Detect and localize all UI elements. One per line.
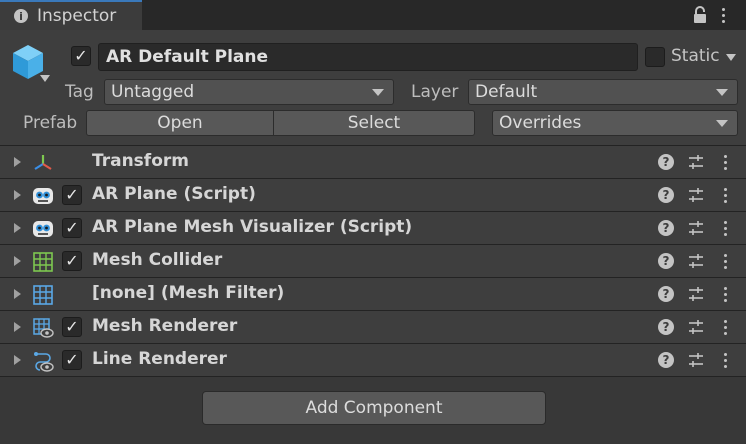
more-options-icon[interactable] (722, 155, 728, 170)
overrides-label: Overrides (499, 113, 582, 133)
prefab-open-button[interactable]: Open (86, 110, 274, 136)
more-options-icon[interactable] (722, 188, 728, 203)
component-name: Mesh Collider (92, 250, 223, 270)
icon-picker-caret-icon[interactable] (40, 75, 50, 82)
mesh-renderer-icon (33, 318, 54, 338)
component-enabled-checkbox[interactable]: ✓ (62, 218, 82, 238)
prefab-select-button[interactable]: Select (273, 110, 475, 136)
component-mesh-renderer[interactable]: ✓ Mesh Renderer ? (0, 311, 746, 344)
layer-label: Layer (411, 82, 459, 102)
component-enabled-checkbox[interactable]: ✓ (62, 317, 82, 337)
more-options-icon[interactable] (722, 287, 728, 302)
component-name: AR Plane Mesh Visualizer (Script) (92, 217, 413, 237)
tab-bar: i Inspector (0, 0, 746, 30)
foldout-arrow-icon[interactable] (14, 190, 21, 200)
tab-label: Inspector (37, 6, 117, 26)
presets-icon[interactable] (688, 154, 704, 170)
foldout-arrow-icon[interactable] (14, 223, 21, 233)
help-icon[interactable]: ? (658, 220, 674, 236)
more-options-icon[interactable] (722, 221, 728, 236)
info-icon: i (14, 9, 28, 23)
component-enabled-checkbox[interactable]: ✓ (62, 350, 82, 370)
component-name: AR Plane (Script) (92, 184, 256, 204)
help-icon[interactable]: ? (658, 253, 674, 269)
static-dropdown-caret-icon[interactable] (726, 54, 736, 61)
layer-dropdown[interactable]: Default (468, 79, 738, 105)
foldout-arrow-icon[interactable] (14, 256, 21, 266)
component-enabled-checkbox[interactable]: ✓ (62, 251, 82, 271)
help-icon[interactable]: ? (658, 319, 674, 335)
active-checkbox[interactable]: ✓ (71, 46, 91, 66)
presets-icon[interactable] (688, 319, 704, 335)
presets-icon[interactable] (688, 187, 704, 203)
more-options-icon[interactable] (722, 254, 728, 269)
foldout-arrow-icon[interactable] (14, 322, 21, 332)
tag-value: Untagged (111, 82, 195, 102)
component-enabled-checkbox[interactable]: ✓ (62, 185, 82, 205)
line-renderer-icon (34, 352, 54, 372)
script-icon (33, 188, 53, 204)
presets-icon[interactable] (688, 220, 704, 236)
layer-value: Default (475, 82, 538, 102)
foldout-arrow-icon[interactable] (14, 289, 21, 299)
script-icon (33, 221, 53, 237)
more-options-icon[interactable] (722, 353, 728, 368)
mesh-filter-icon (33, 285, 53, 305)
object-header: ✓ AR Default Plane Static Tag Untagged L… (0, 30, 746, 146)
help-icon[interactable]: ? (658, 154, 674, 170)
prefab-label: Prefab (23, 113, 78, 133)
tag-label: Tag (65, 82, 94, 102)
add-component-button[interactable]: Add Component (202, 391, 546, 425)
component-transform[interactable]: Transform ? (0, 146, 746, 179)
tag-dropdown[interactable]: Untagged (104, 79, 394, 105)
help-icon[interactable]: ? (658, 187, 674, 203)
static-checkbox[interactable] (645, 47, 665, 67)
transform-axes-icon (34, 155, 52, 170)
component-name: [none] (Mesh Filter) (92, 283, 285, 303)
static-label[interactable]: Static (671, 46, 720, 66)
chevron-down-icon (716, 89, 728, 96)
prefab-overrides-dropdown[interactable]: Overrides (492, 110, 738, 136)
tab-inspector[interactable]: i Inspector (0, 0, 142, 30)
foldout-arrow-icon[interactable] (14, 355, 21, 365)
help-icon[interactable]: ? (658, 352, 674, 368)
component-line-renderer[interactable]: ✓ Line Renderer ? (0, 344, 746, 377)
foldout-arrow-icon[interactable] (14, 157, 21, 167)
help-icon[interactable]: ? (658, 286, 674, 302)
mesh-collider-icon (33, 252, 53, 272)
chevron-down-icon (372, 89, 384, 96)
chevron-down-icon (716, 120, 728, 127)
component-mesh-collider[interactable]: ✓ Mesh Collider ? (0, 245, 746, 278)
component-list: Transform ? ✓ AR Plane (Script) ? ✓ AR P… (0, 146, 746, 377)
presets-icon[interactable] (688, 286, 704, 302)
component-name: Line Renderer (92, 349, 227, 369)
component-mesh-filter[interactable]: [none] (Mesh Filter) ? (0, 278, 746, 311)
component-ar-plane-mesh-visualizer[interactable]: ✓ AR Plane Mesh Visualizer (Script) ? (0, 212, 746, 245)
object-name-field[interactable]: AR Default Plane (98, 43, 638, 71)
more-options-icon[interactable] (720, 8, 726, 23)
component-name: Mesh Renderer (92, 316, 238, 336)
more-options-icon[interactable] (722, 320, 728, 335)
presets-icon[interactable] (688, 352, 704, 368)
lock-icon[interactable] (692, 6, 708, 24)
component-ar-plane[interactable]: ✓ AR Plane (Script) ? (0, 179, 746, 212)
component-name: Transform (92, 151, 189, 171)
presets-icon[interactable] (688, 253, 704, 269)
